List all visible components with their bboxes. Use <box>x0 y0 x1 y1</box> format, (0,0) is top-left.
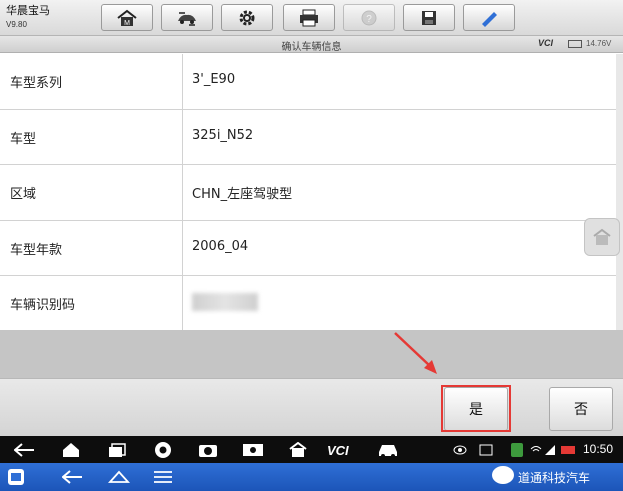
chrome-icon <box>155 441 171 458</box>
host-back-button[interactable] <box>60 467 86 486</box>
app-badge-icon <box>510 440 524 459</box>
car-app[interactable] <box>375 440 401 459</box>
camera-icon <box>199 444 217 457</box>
vci-icon: VCI <box>327 443 349 457</box>
screen-record-app[interactable] <box>240 440 266 459</box>
maxisys-app[interactable] <box>285 440 311 459</box>
host-app-icon[interactable] <box>6 467 26 486</box>
system-nav-bar: VCI 10:50 <box>0 436 623 463</box>
camera-app[interactable] <box>195 440 221 459</box>
back-icon <box>62 469 82 484</box>
home-icon <box>63 442 79 457</box>
back-icon <box>14 442 34 457</box>
vci-app[interactable]: VCI <box>325 440 361 459</box>
car-icon <box>379 444 397 458</box>
wifi-signal-battery-icon <box>530 444 575 455</box>
notification-icon <box>478 440 494 459</box>
home-nav-button[interactable] <box>58 440 84 459</box>
maxisys-icon <box>289 441 307 457</box>
watermark: 道通科技汽车 <box>518 471 591 485</box>
svg-text:VCI: VCI <box>327 443 349 457</box>
home-icon <box>108 470 130 483</box>
wechat-icon <box>492 466 514 484</box>
chrome-app[interactable] <box>150 440 176 459</box>
back-button[interactable] <box>12 440 38 459</box>
visibility-icon <box>452 440 468 459</box>
recents-button[interactable] <box>104 440 130 459</box>
status-clock: 10:50 <box>583 442 614 456</box>
status-icons <box>528 440 580 459</box>
host-menu-button[interactable] <box>150 467 176 486</box>
menu-icon <box>154 470 172 483</box>
annotation-arrow <box>394 332 437 374</box>
recents-icon <box>109 442 126 457</box>
host-home-button[interactable] <box>106 467 132 486</box>
screen-record-icon <box>243 443 263 456</box>
